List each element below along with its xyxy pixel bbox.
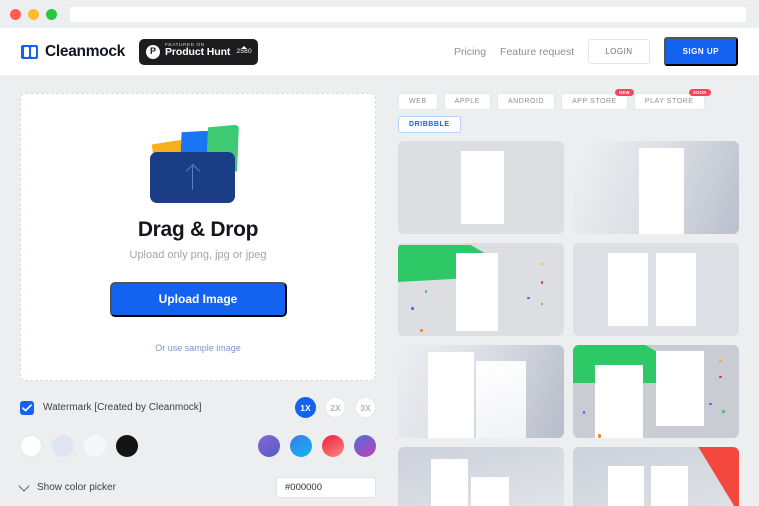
app-window: Cleanmock P FEATURED ON Product Hunt 258… <box>0 0 759 506</box>
swatch-gradient-purple-blue[interactable] <box>258 435 280 457</box>
tab-app-store[interactable]: APP STORE NEW <box>561 89 634 110</box>
scale-option-3x[interactable]: 3X <box>355 397 376 418</box>
nav-link-pricing[interactable]: Pricing <box>454 46 486 58</box>
sample-image-link[interactable]: Or use sample image <box>155 343 241 353</box>
main-nav: Pricing Feature request LOGIN SIGN UP <box>454 37 738 66</box>
chevron-down-icon[interactable] <box>18 480 30 492</box>
watermark-checkbox[interactable] <box>20 400 34 415</box>
signup-button[interactable]: SIGN UP <box>663 37 738 66</box>
mockup-thumbnail-grid <box>398 141 739 506</box>
swatch-light-blue-grey[interactable] <box>52 435 74 457</box>
tab-play-store[interactable]: PLAY STORE SOON <box>633 89 711 110</box>
upload-arrow-icon <box>185 164 200 190</box>
swatch-gradient-blue-cyan[interactable] <box>290 435 312 457</box>
product-hunt-icon: P <box>146 44 160 59</box>
site-header: Cleanmock P FEATURED ON Product Hunt 258… <box>0 28 759 76</box>
mockup-thumbnail[interactable] <box>398 447 564 506</box>
check-icon <box>22 403 32 411</box>
swatch-gradient-blue-magenta[interactable] <box>354 435 376 457</box>
window-close-button[interactable] <box>10 8 21 20</box>
tab-app-store-label: APP STORE <box>572 98 617 105</box>
product-hunt-title: Product Hunt <box>165 46 231 59</box>
browser-chrome <box>0 0 759 28</box>
address-bar[interactable] <box>70 6 746 22</box>
window-minimize-button[interactable] <box>28 8 39 20</box>
color-picker-row: Show color picker #000000 <box>18 477 376 506</box>
tab-android[interactable]: ANDROID <box>496 93 556 110</box>
brand-logo[interactable]: Cleanmock <box>21 43 125 61</box>
mockup-thumbnail[interactable] <box>573 345 739 438</box>
preview-panel: WEB APPLE ANDROID APP STORE NEW PLAY STO… <box>398 89 739 506</box>
color-picker-label[interactable]: Show color picker <box>37 482 116 493</box>
tab-web[interactable]: WEB <box>398 93 438 110</box>
watermark-row: Watermark [Created by Cleanmock] 1X 2X 3… <box>20 397 376 418</box>
swatch-white[interactable] <box>20 435 42 457</box>
folder-body-icon <box>150 151 235 203</box>
upload-folder-icon: PNG JPG <box>150 122 246 204</box>
mockup-thumbnail[interactable] <box>573 141 739 234</box>
watermark-label: Watermark [Created by Cleanmock] <box>43 402 202 413</box>
product-hunt-badge[interactable]: P FEATURED ON Product Hunt 2580 <box>139 38 258 65</box>
product-hunt-votes: 2580 <box>236 46 253 56</box>
product-hunt-count: 2580 <box>236 48 253 56</box>
scale-option-2x[interactable]: 2X <box>325 397 346 418</box>
hex-color-input[interactable]: #000000 <box>276 477 376 498</box>
swatch-gradient-red-salmon[interactable] <box>322 435 344 457</box>
tab-app-store-badge: NEW <box>615 89 634 97</box>
brand-name: Cleanmock <box>45 42 125 60</box>
tab-play-store-label: PLAY STORE <box>644 98 694 105</box>
scale-option-1x[interactable]: 1X <box>295 397 316 418</box>
template-tabs: WEB APPLE ANDROID APP STORE NEW PLAY STO… <box>398 89 739 133</box>
swatch-black[interactable] <box>116 435 138 457</box>
window-maximize-button[interactable] <box>46 8 57 20</box>
page-content: PNG JPG Drag & Drop Upload only png, jpg… <box>0 76 759 506</box>
mockup-thumbnail[interactable] <box>573 447 739 506</box>
tab-dribbble[interactable]: DRIBBBLE <box>398 116 461 133</box>
mockup-thumbnail[interactable] <box>398 141 564 234</box>
mockup-thumbnail[interactable] <box>398 243 564 336</box>
mockup-thumbnail[interactable] <box>573 243 739 336</box>
dropzone-subtitle: Upload only png, jpg or jpeg <box>129 248 267 261</box>
tab-play-store-badge: SOON <box>688 89 711 97</box>
nav-link-feature-request[interactable]: Feature request <box>500 46 574 58</box>
mockup-thumbnail[interactable] <box>398 345 564 438</box>
login-button[interactable]: LOGIN <box>588 39 650 64</box>
dropzone[interactable]: PNG JPG Drag & Drop Upload only png, jpg… <box>20 93 376 381</box>
background-swatches <box>20 435 376 457</box>
cleanmock-logo-icon <box>21 44 38 59</box>
scale-selector: 1X 2X 3X <box>295 397 376 418</box>
tab-apple[interactable]: APPLE <box>443 93 491 110</box>
dropzone-title: Drag & Drop <box>137 217 259 241</box>
upload-panel: PNG JPG Drag & Drop Upload only png, jpg… <box>18 93 376 506</box>
upload-image-button[interactable]: Upload Image <box>109 281 287 317</box>
swatch-off-white[interactable] <box>84 435 106 457</box>
